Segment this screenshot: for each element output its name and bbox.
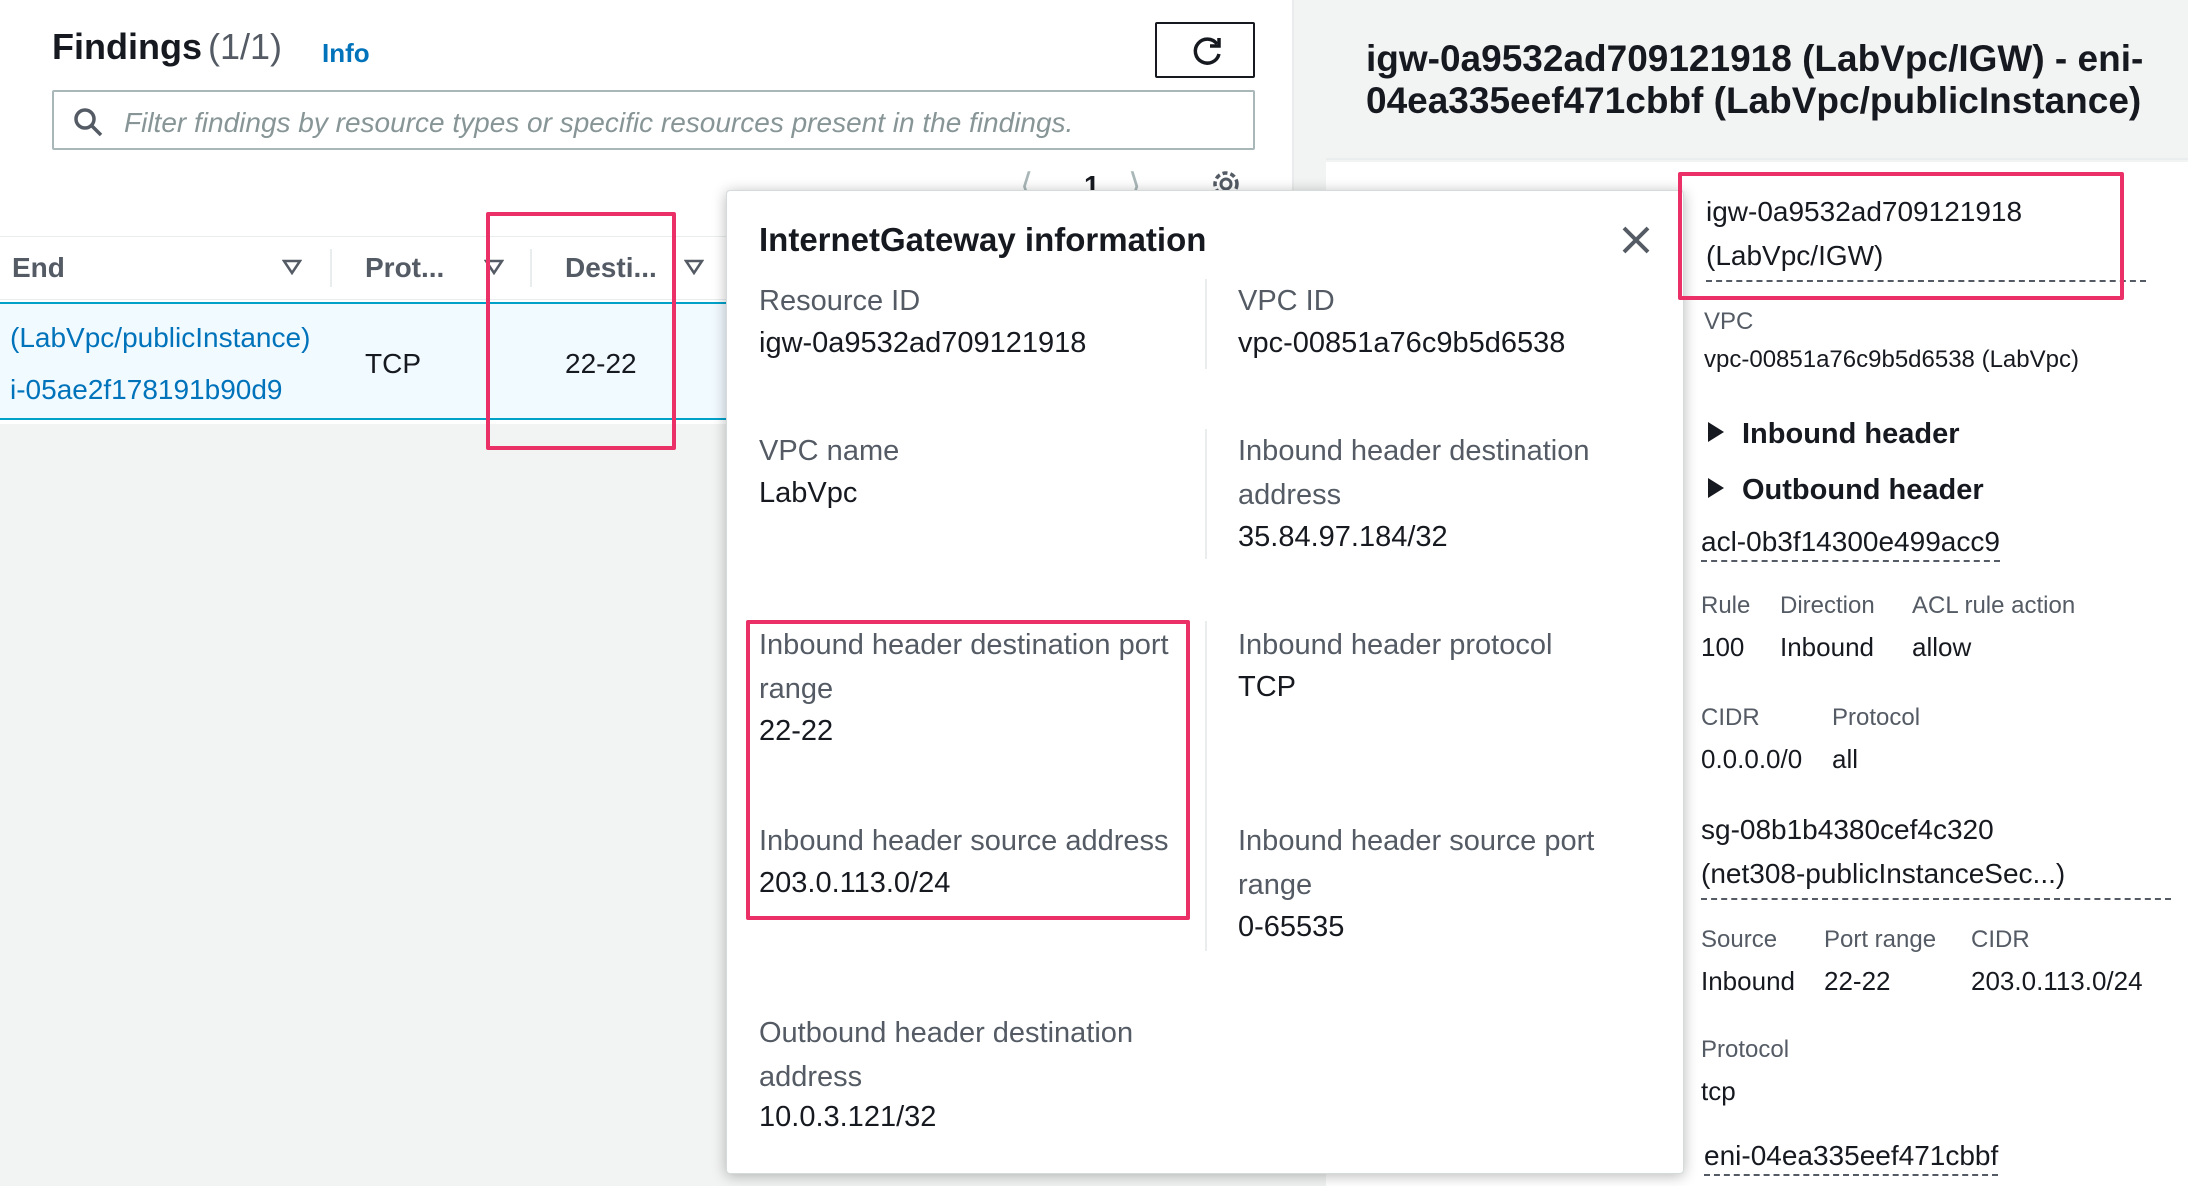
vpc-id-value: vpc-00851a76c9b5d6538 — [1238, 327, 1566, 359]
search-icon — [74, 108, 103, 137]
caret-right-icon — [1708, 422, 1724, 442]
findings-title-text: Findings — [52, 26, 202, 67]
findings-count: (1/1) — [207, 26, 283, 67]
vpc-label: VPC — [1704, 308, 1754, 335]
igw-name: (LabVpc/IGW) — [1706, 240, 1884, 271]
inbound-source-address-label: Inbound header source address — [759, 825, 1169, 857]
sort-icon[interactable] — [282, 259, 302, 275]
column-destination[interactable]: Desti... — [565, 252, 657, 284]
protocol-cell: TCP — [365, 348, 421, 379]
igw-id: igw-0a9532ad709121918 — [1706, 196, 2023, 227]
outbound-dest-address-value: 10.0.3.121/32 — [759, 1101, 937, 1133]
sort-icon[interactable] — [684, 259, 704, 275]
sg-protocol-label: Protocol — [1701, 1036, 1790, 1063]
vpc-name-value: LabVpc — [759, 477, 858, 509]
security-group-component[interactable]: sg-08b1b4380cef4c320 (net308-publicInsta… — [1701, 808, 2171, 900]
eni-component[interactable]: eni-04ea335eef471cbbf — [1704, 1140, 1999, 1176]
sg-cidr-label: CIDR — [1971, 926, 2030, 953]
column-end[interactable]: End — [12, 252, 65, 284]
caret-right-icon — [1708, 478, 1724, 498]
end-resource-id[interactable]: i-05ae2f178191b90d9 — [10, 374, 282, 406]
refresh-button[interactable] — [1155, 22, 1255, 78]
acl-action-value: allow — [1912, 632, 1972, 662]
sg-source-label: Source — [1701, 926, 1778, 953]
acl-direction-value: Inbound — [1780, 632, 1874, 662]
inbound-source-address-value: 203.0.113.0/24 — [759, 867, 951, 899]
acl-direction-label: Direction — [1780, 592, 1875, 619]
acl-cidr-value: 0.0.0.0/0 — [1701, 744, 1803, 774]
sg-name: (net308-publicInstanceSec...) — [1701, 858, 2066, 889]
path-details-header: igw-0a9532ad709121918 (LabVpc/IGW) - eni… — [1326, 0, 2188, 160]
inbound-source-port-label: Inbound header source port range — [1238, 825, 1595, 901]
end-resource-name[interactable]: (LabVpc/publicInstance) — [10, 322, 310, 354]
acl-rule-label: Rule — [1701, 592, 1751, 619]
sg-port-range-label: Port range — [1824, 926, 1937, 953]
column-divider — [530, 249, 532, 287]
vpc-name-label: VPC name — [759, 435, 900, 467]
sg-id: sg-08b1b4380cef4c320 — [1701, 814, 1994, 845]
sg-protocol-value: tcp — [1701, 1076, 1736, 1106]
table-row[interactable]: (LabVpc/publicInstance) i-05ae2f178191b9… — [0, 302, 740, 420]
internet-gateway-popover: InternetGateway information Resource ID … — [726, 190, 1684, 1174]
acl-rule-value: 100 — [1701, 632, 1745, 662]
sg-source-value: Inbound — [1701, 966, 1795, 996]
column-divider — [1205, 279, 1207, 369]
inbound-header-toggle[interactable]: Inbound header — [1708, 418, 1960, 451]
column-divider — [1205, 429, 1207, 559]
vpc-id-label: VPC ID — [1238, 285, 1335, 317]
info-link[interactable]: Info — [322, 38, 370, 69]
path-details-title: igw-0a9532ad709121918 (LabVpc/IGW) - eni… — [1366, 38, 2144, 121]
resource-id-link[interactable]: igw-0a9532ad709121918 — [759, 327, 1086, 360]
sort-icon[interactable] — [484, 259, 504, 275]
close-icon[interactable] — [1619, 223, 1653, 257]
column-divider — [1205, 621, 1207, 951]
outbound-dest-address-label: Outbound header destination address — [759, 1017, 1134, 1093]
column-protocol[interactable]: Prot... — [365, 252, 444, 284]
popover-title: InternetGateway information — [759, 221, 1207, 258]
acl-protocol-value: all — [1832, 744, 1859, 774]
inbound-protocol-value: TCP — [1238, 671, 1296, 703]
sg-cidr-value: 203.0.113.0/24 — [1971, 966, 2143, 996]
outbound-header-toggle[interactable]: Outbound header — [1708, 474, 1984, 507]
vpc-value: vpc-00851a76c9b5d6538 (LabVpc) — [1704, 346, 2079, 373]
igw-component[interactable]: igw-0a9532ad709121918 (LabVpc/IGW) — [1706, 190, 2146, 282]
resource-id-label: Resource ID — [759, 285, 921, 317]
destination-cell: 22-22 — [565, 348, 637, 379]
inbound-protocol-label: Inbound header protocol — [1238, 629, 1553, 661]
acl-component[interactable]: acl-0b3f14300e499acc9 — [1701, 526, 2000, 562]
acl-protocol-label: Protocol — [1832, 704, 1921, 731]
filter-placeholder: Filter findings by resource types or spe… — [124, 107, 1074, 138]
filter-findings-input[interactable]: Filter findings by resource types or spe… — [52, 90, 1255, 150]
inbound-dest-port-value: 22-22 — [759, 715, 834, 747]
refresh-icon — [1193, 37, 1221, 65]
sg-port-range-value: 22-22 — [1824, 966, 1891, 996]
findings-title: Findings (1/1) — [52, 26, 282, 68]
inbound-dest-port-label: Inbound header destination port range — [759, 629, 1169, 705]
inbound-dest-address-label: Inbound header destination address — [1238, 435, 1590, 511]
acl-cidr-label: CIDR — [1701, 704, 1760, 731]
inbound-source-port-value: 0-65535 — [1238, 911, 1345, 943]
inbound-dest-address-value: 35.84.97.184/32 — [1238, 521, 1448, 553]
column-divider — [330, 249, 332, 287]
acl-action-label: ACL rule action — [1912, 592, 2076, 619]
